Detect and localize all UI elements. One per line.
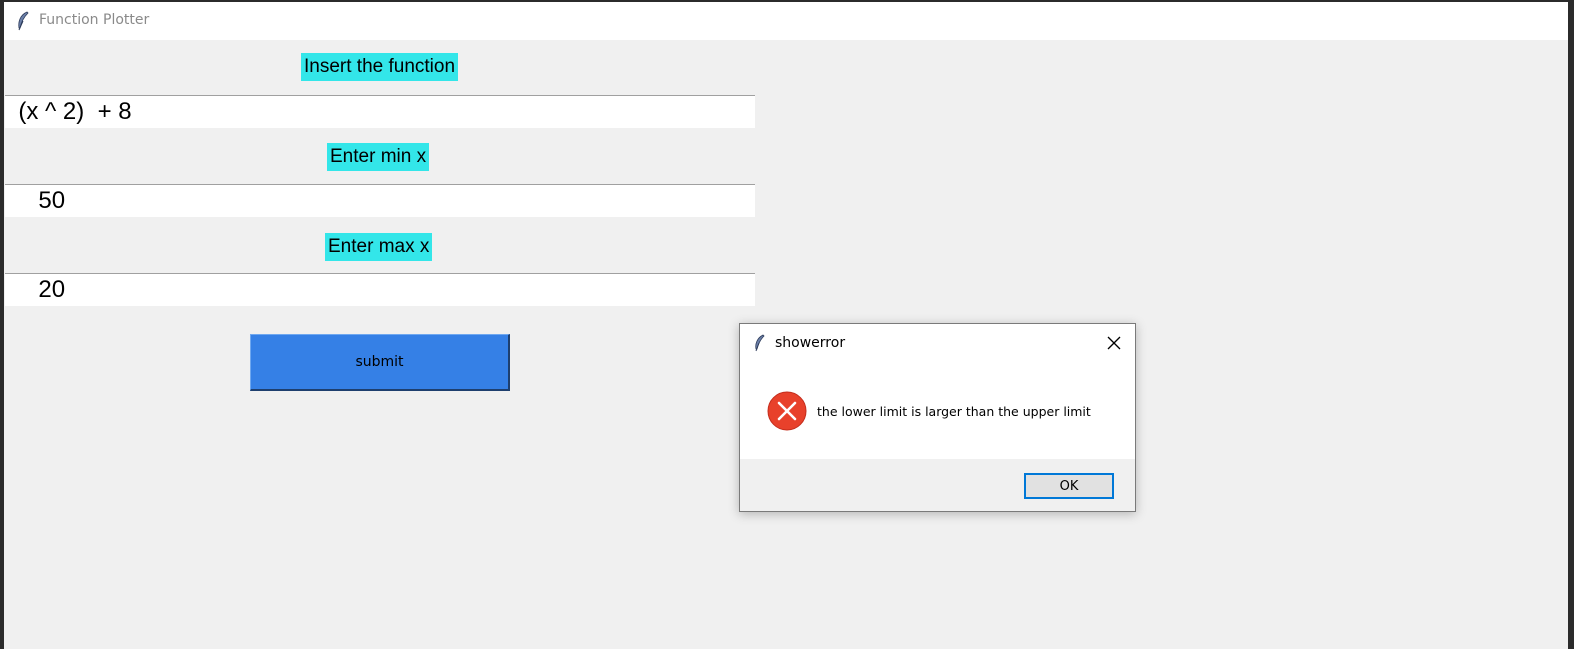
error-icon (767, 391, 807, 431)
dialog-title: showerror (775, 335, 846, 351)
window-title: Function Plotter (39, 12, 150, 28)
feather-icon (18, 11, 29, 31)
feather-icon (755, 334, 765, 352)
error-dialog: showerror the lower limit is larger than… (739, 323, 1136, 512)
max-x-input[interactable]: 20 (5, 273, 755, 306)
max-x-label: Enter max x (325, 233, 433, 261)
ok-button[interactable]: OK (1024, 473, 1114, 499)
function-input[interactable]: (x ^ 2) + 8 (5, 95, 755, 128)
submit-button[interactable]: submit (250, 334, 510, 391)
function-label: Insert the function (301, 53, 459, 81)
close-icon[interactable] (1104, 333, 1124, 353)
title-bar[interactable]: Function Plotter (4, 2, 1568, 40)
error-message: the lower limit is larger than the upper… (817, 404, 1091, 419)
dialog-footer: OK (740, 459, 1135, 511)
min-x-input[interactable]: 50 (5, 184, 755, 217)
min-x-label: Enter min x (327, 143, 430, 171)
